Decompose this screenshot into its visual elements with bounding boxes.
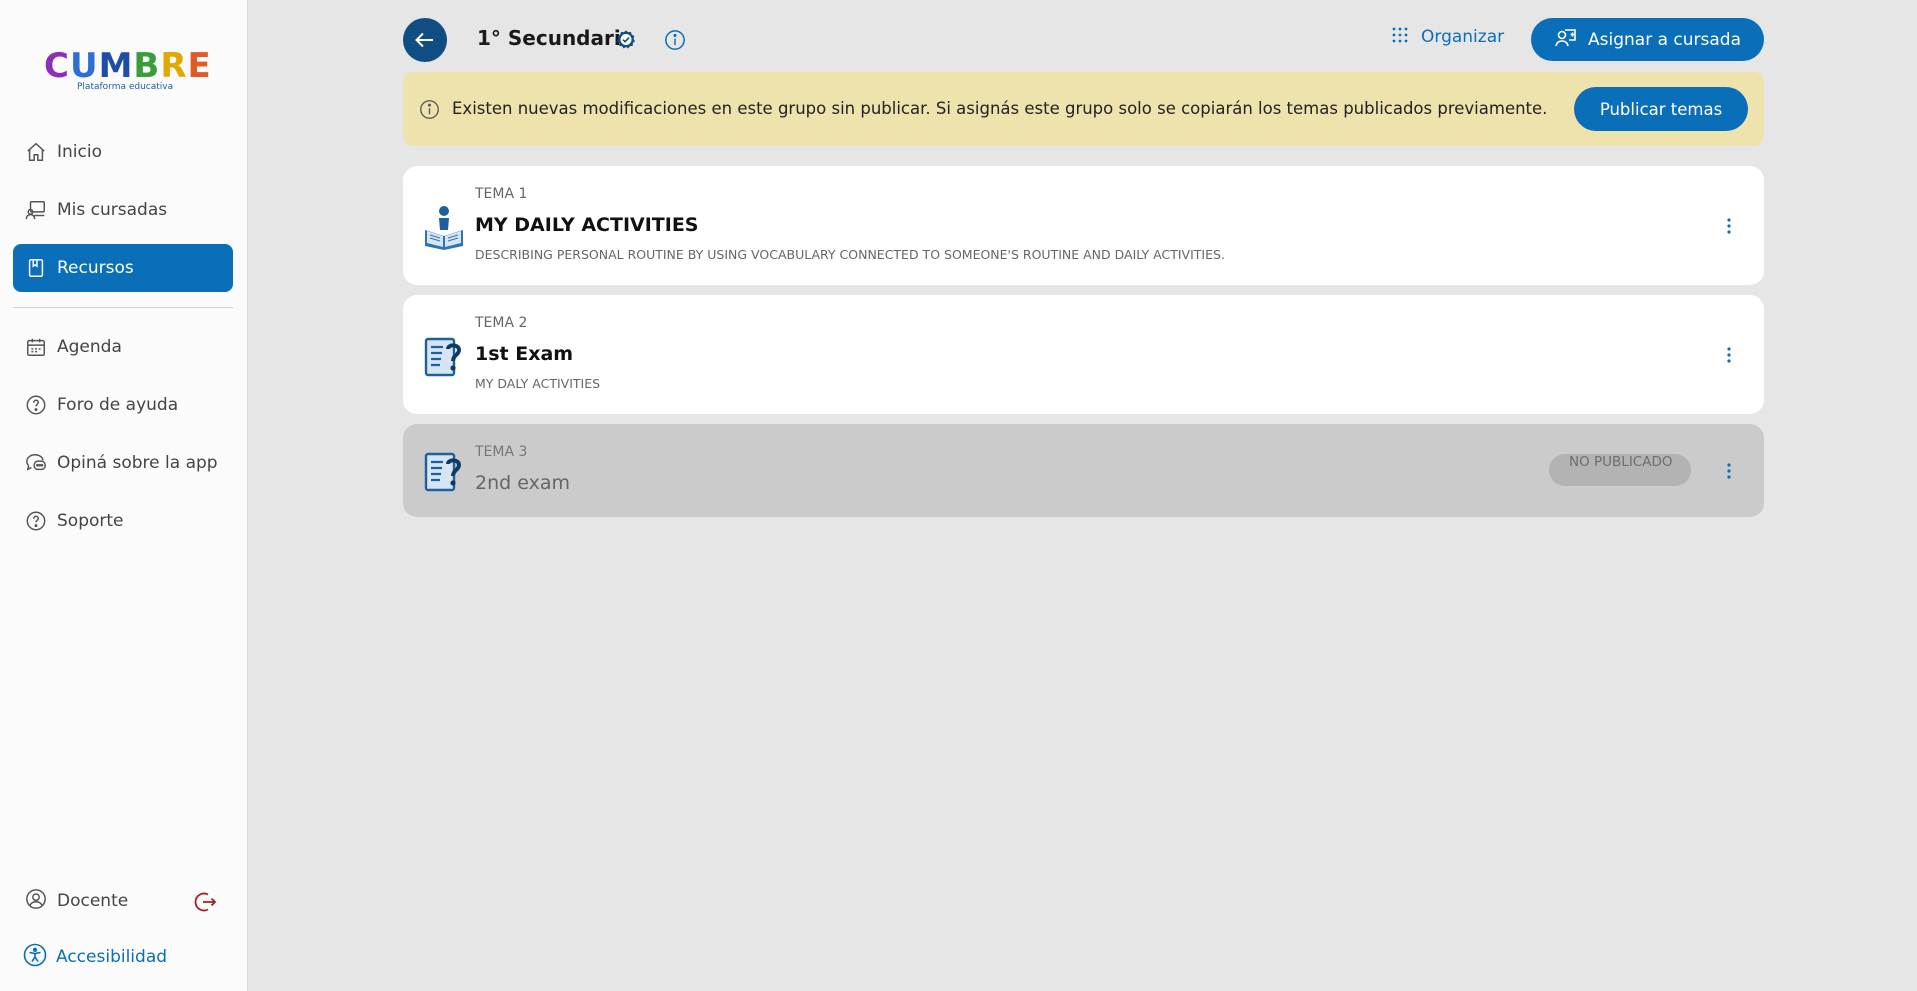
topic-options-icon[interactable]: [1719, 459, 1739, 483]
sidebar-item-label: Foro de ayuda: [57, 395, 179, 415]
topic-title: MY DAILY ACTIVITIES: [475, 214, 699, 236]
sidebar-item-recursos[interactable]: Recursos: [13, 244, 233, 292]
topic-options-icon[interactable]: [1719, 214, 1739, 238]
chat-bubbles-icon: [25, 452, 47, 474]
topic-options-icon[interactable]: [1719, 343, 1739, 367]
sidebar-item-opina-sobre-la-app[interactable]: Opiná sobre la app: [13, 439, 233, 487]
publish-topics-button[interactable]: Publicar temas: [1574, 87, 1748, 131]
sidebar-item-soporte[interactable]: Soporte: [13, 497, 233, 545]
topic-title: 1st Exam: [475, 343, 574, 365]
user-role-label: Docente: [57, 891, 129, 911]
sidebar-item-inicio[interactable]: Inicio: [13, 128, 233, 176]
sidebar-item-mis-cursadas[interactable]: Mis cursadas: [13, 186, 233, 234]
accessibility-label: Accesibilidad: [56, 947, 168, 967]
user-circle-icon: [25, 888, 47, 914]
topic-card[interactable]: TEMA 1 MY DAILY ACTIVITIES DESCRIBING PE…: [403, 166, 1764, 285]
unpublished-badge: NO PUBLICADO: [1549, 454, 1691, 486]
home-icon: [25, 141, 47, 163]
sidebar-item-agenda[interactable]: Agenda: [13, 323, 233, 371]
assign-user-icon: [1554, 26, 1578, 54]
reading-book-icon: [423, 204, 465, 250]
sidebar-item-label: Soporte: [57, 511, 124, 531]
topic-number: TEMA 2: [475, 315, 528, 331]
topic-number: TEMA 3: [475, 444, 528, 460]
exam-document-icon: [423, 450, 465, 496]
info-icon[interactable]: [664, 29, 686, 51]
logout-icon[interactable]: [193, 890, 217, 914]
topic-card[interactable]: TEMA 3 2nd exam NO PUBLICADO: [403, 424, 1764, 517]
accessibility-button[interactable]: Accesibilidad: [23, 943, 167, 971]
sidebar-item-label: Mis cursadas: [57, 200, 168, 220]
calendar-icon: [25, 336, 47, 358]
sidebar-divider: [13, 307, 233, 308]
sidebar-item-label: Inicio: [57, 142, 102, 162]
topic-description: DESCRIBING PERSONAL ROUTINE BY USING VOC…: [475, 247, 1225, 262]
assign-to-course-label: Asignar a cursada: [1588, 29, 1741, 50]
organize-button[interactable]: Organizar: [1391, 26, 1504, 48]
topic-title: 2nd exam: [475, 472, 570, 494]
back-button[interactable]: [403, 18, 447, 62]
banner-message: Existen nuevas modificaciones en este gr…: [452, 99, 1548, 118]
organize-label: Organizar: [1421, 27, 1505, 47]
grid-dots-icon: [1391, 26, 1409, 48]
sidebar-item-label: Recursos: [57, 258, 134, 278]
sidebar-item-foro-de-ayuda[interactable]: Foro de ayuda: [13, 381, 233, 429]
accessibility-icon: [23, 943, 47, 971]
exam-document-icon: [423, 335, 465, 381]
sidebar-item-label: Opiná sobre la app: [57, 453, 218, 473]
topic-card[interactable]: TEMA 2 1st Exam MY DALY ACTIVITIES: [403, 295, 1764, 414]
sidebar: CUMBRE Plataforma educativa Inicio Mis c…: [0, 0, 248, 991]
help-circle-icon: [25, 510, 47, 532]
unpublished-changes-banner: Existen nuevas modificaciones en este gr…: [403, 72, 1764, 146]
assign-to-course-button[interactable]: Asignar a cursada: [1531, 18, 1764, 61]
logo-wordmark: CUMBRE: [44, 46, 212, 86]
arrow-left-icon: [415, 32, 433, 48]
help-circle-icon: [25, 394, 47, 416]
verified-badge-icon: [615, 29, 637, 51]
sidebar-item-label: Agenda: [57, 337, 122, 357]
classroom-icon: [25, 199, 47, 221]
book-icon: [25, 257, 47, 279]
topic-number: TEMA 1: [475, 186, 528, 202]
page-title: 1° Secundaria: [477, 26, 635, 50]
topic-description: MY DALY ACTIVITIES: [475, 376, 601, 391]
info-icon: [419, 99, 440, 120]
cumbre-logo[interactable]: CUMBRE Plataforma educativa: [44, 46, 212, 102]
